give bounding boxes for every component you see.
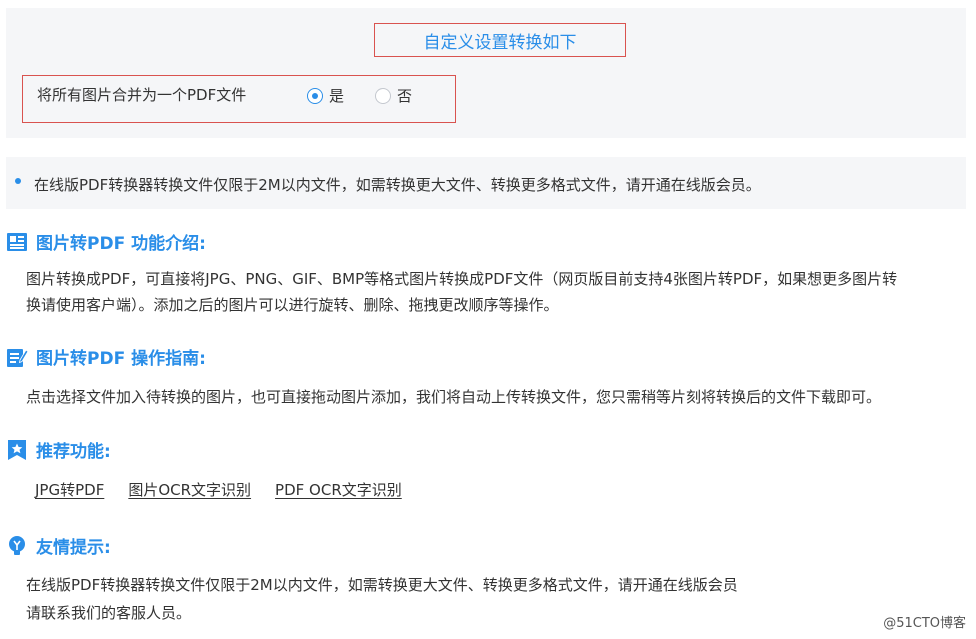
- recommend-heading: 推荐功能:: [6, 437, 111, 462]
- tips-line-2: 请联系我们的客服人员。: [26, 604, 192, 622]
- merge-label: 将所有图片合并为一个PDF文件: [37, 86, 247, 104]
- pencil-note-icon: [7, 348, 28, 367]
- radio-no-label: 否: [397, 87, 413, 105]
- article-icon: [7, 232, 27, 251]
- radio-no[interactable]: 否: [375, 85, 412, 106]
- intro-title: 图片转PDF 功能介绍:: [36, 234, 206, 254]
- radio-no-circle[interactable]: [375, 87, 391, 104]
- recommend-links: JPG转PDF 图片OCR文字识别 PDF OCR文字识别: [35, 479, 402, 500]
- watermark: @51CTO博客: [883, 616, 966, 631]
- settings-title: 自定义设置转换如下: [374, 23, 626, 57]
- radio-yes-circle[interactable]: [307, 87, 323, 104]
- tips-line-1: 在线版PDF转换器转换文件仅限于2M以内文件，如需转换更大文件、转换更多格式文件…: [26, 576, 738, 594]
- top-strip: [0, 0, 976, 8]
- radio-yes-label: 是: [329, 87, 345, 105]
- notice-bar: 在线版PDF转换器转换文件仅限于2M以内文件，如需转换更大文件、转换更多格式文件…: [6, 157, 966, 209]
- intro-line-2: 换请使用客户端）。添加之后的图片可以进行旋转、删除、拖拽更改顺序等操作。: [26, 296, 559, 314]
- link-image-ocr[interactable]: 图片OCR文字识别: [128, 479, 251, 500]
- intro-heading: 图片转PDF 功能介绍:: [6, 229, 206, 254]
- tips-title: 友情提示:: [36, 538, 111, 558]
- guide-text: 点击选择文件加入待转换的图片，也可直接拖动图片添加，我们将自动上传转换文件，您只…: [26, 388, 882, 406]
- tips-heading: 友情提示:: [6, 533, 111, 558]
- bullet-dot-icon: [15, 178, 21, 184]
- merge-option-box: 将所有图片合并为一个PDF文件 是 否: [22, 75, 456, 123]
- notice-text: 在线版PDF转换器转换文件仅限于2M以内文件，如需转换更大文件、转换更多格式文件…: [34, 176, 761, 194]
- guide-title: 图片转PDF 操作指南:: [36, 349, 206, 369]
- recommend-title: 推荐功能:: [36, 442, 111, 462]
- guide-heading: 图片转PDF 操作指南:: [6, 344, 206, 369]
- lightbulb-icon: [9, 535, 25, 555]
- link-pdf-ocr[interactable]: PDF OCR文字识别: [275, 479, 402, 500]
- link-jpg-to-pdf[interactable]: JPG转PDF: [35, 479, 104, 500]
- intro-line-1: 图片转换成PDF，可直接将JPG、PNG、GIF、BMP等格式图片转换成PDF文…: [26, 270, 898, 288]
- radio-yes[interactable]: 是: [307, 85, 344, 106]
- bookmark-star-icon: [8, 439, 26, 460]
